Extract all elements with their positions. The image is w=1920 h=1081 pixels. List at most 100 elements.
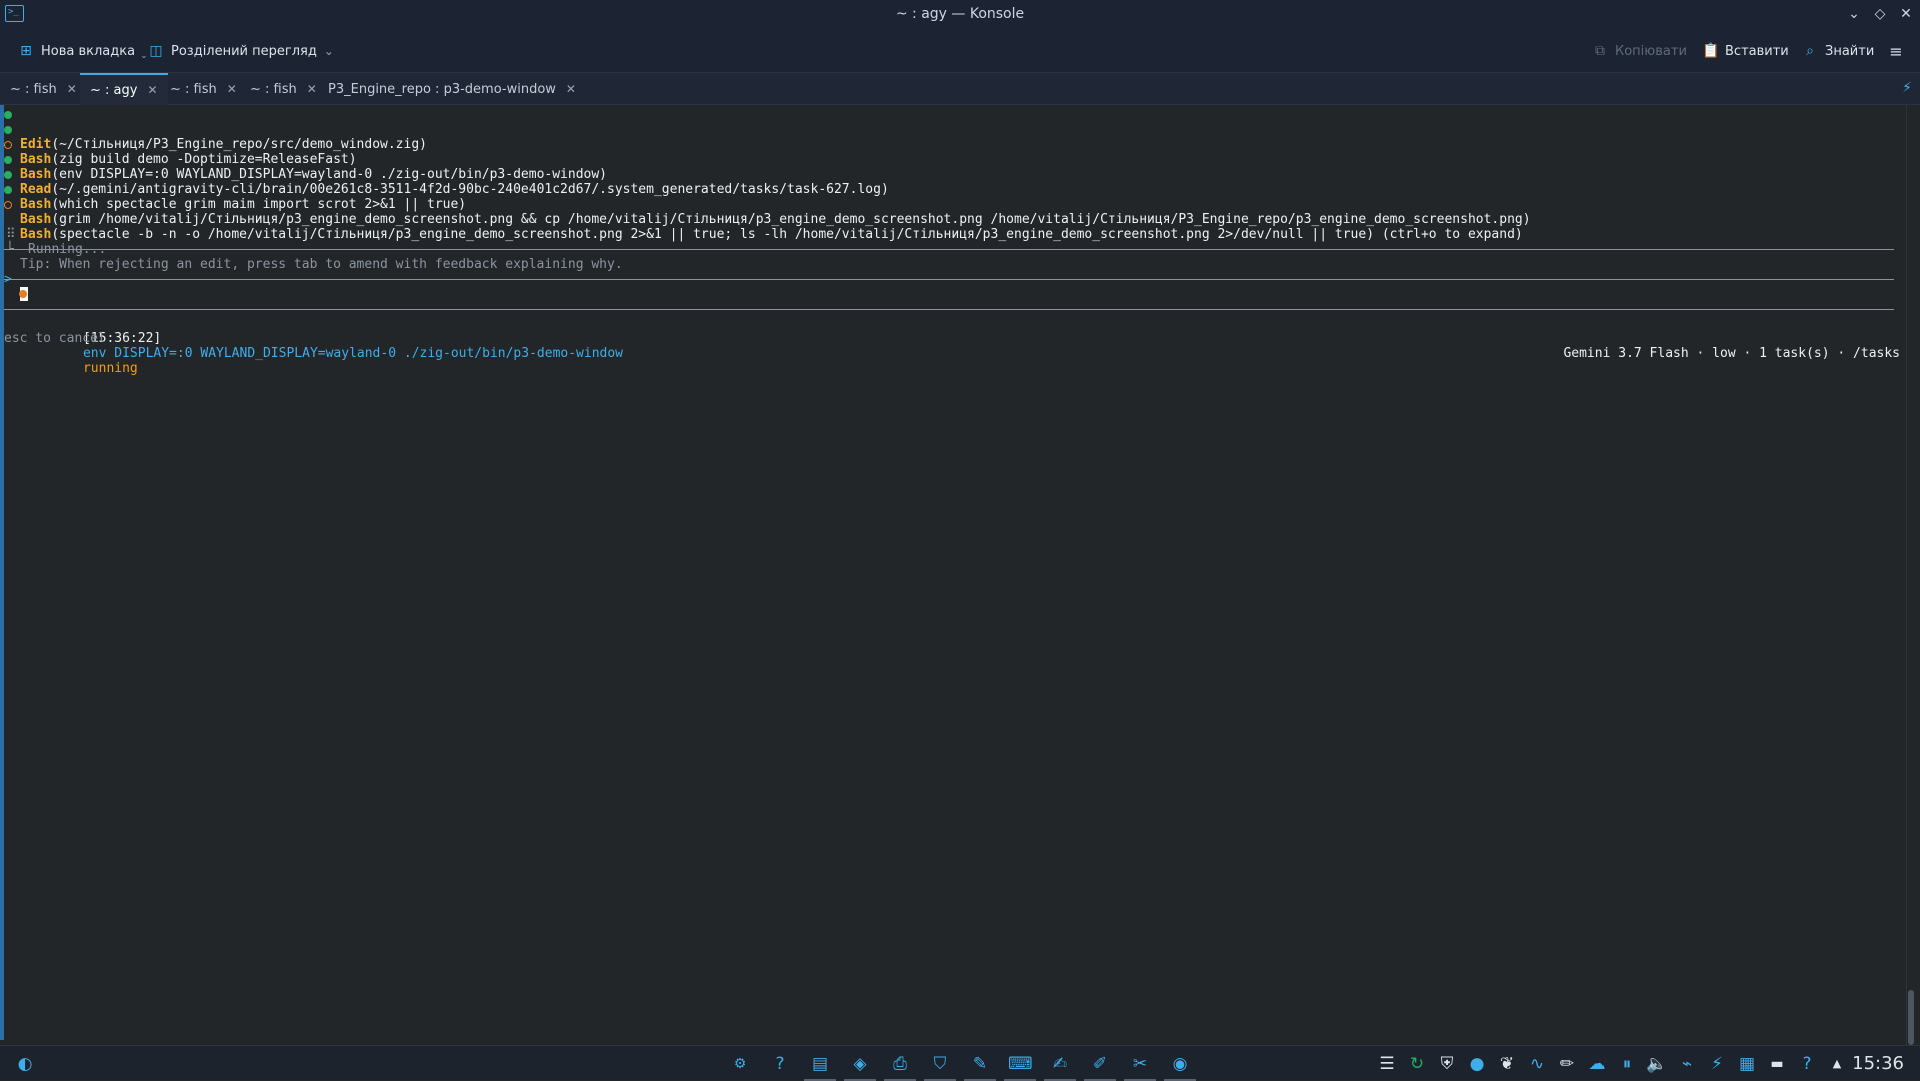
keyboard-layout-flag-icon[interactable]: ▬ (1765, 1052, 1789, 1076)
new-tab-label: Нова вкладка (41, 43, 136, 59)
clock[interactable]: 15:36 (1852, 1053, 1904, 1074)
terminal-icon[interactable]: ⌨ (1004, 1052, 1036, 1081)
new-tab-button[interactable]: ⊞ Нова вкладка ⌄ (18, 40, 148, 62)
esc-hint: esc to cancel (4, 331, 106, 346)
tab-bar: ~ : fish ✕ ~ : agy ✕ ~ : fish ✕ ~ : fish… (0, 73, 1920, 105)
divider (4, 279, 1894, 280)
minimize-icon[interactable]: ⌄ (1846, 4, 1862, 24)
qbittorrent-icon[interactable]: ● (1465, 1052, 1489, 1076)
log-line: Bash(env DISPLAY=:0 WAYLAND_DISPLAY=wayl… (0, 137, 1900, 182)
file-manager-icon[interactable]: ▤ (804, 1052, 836, 1081)
tools-icon[interactable]: ⚙ (728, 1052, 752, 1076)
task-command: env DISPLAY=:0 WAYLAND_DISPLAY=wayland-0… (82, 346, 624, 361)
pencil-icon[interactable]: ✏ (1555, 1052, 1579, 1076)
find-button[interactable]: ⌕ Знайти (1802, 40, 1874, 62)
sync-icon[interactable]: ↻ (1405, 1052, 1429, 1076)
status-dot-pending (4, 201, 12, 209)
status-dot-done (4, 111, 12, 119)
close-icon[interactable]: ✕ (566, 82, 576, 96)
toolbar: ⊞ Нова вкладка ⌄ ◫ Розділений перегляд ⌄… (0, 29, 1920, 73)
volume-icon[interactable]: 🔈 (1645, 1052, 1669, 1076)
help-icon[interactable]: ? (768, 1052, 792, 1076)
log-line: Bash(zig build demo -Doptimize=ReleaseFa… (0, 122, 1900, 167)
log-line: Edit(~/Стільниця/P3_Engine_repo/src/demo… (0, 107, 1900, 152)
drawing-icon[interactable]: ✐ (1084, 1052, 1116, 1081)
tip-text: Tip: When rejecting an edit, press tab t… (20, 257, 623, 272)
taskbar: ◐ ⚙ ? ▤ ◈ ⎙ ⛉ ✎ ⌨ ✍ ✐ ✂ ◉ ☰ ↻ ⛨ ● ❦ ∿ ✏ … (0, 1045, 1920, 1081)
split-view-button[interactable]: ◫ Розділений перегляд ⌄ (148, 40, 334, 62)
help-icon[interactable]: ? (1795, 1052, 1819, 1076)
tab-p3-demo-window[interactable]: P3_Engine_repo : p3-demo-window ✕ (318, 73, 586, 105)
task-line[interactable]: [15:36:22] env DISPLAY=:0 WAYLAND_DISPLA… (0, 286, 1900, 376)
title-bar: >_ ~ : agy — Konsole ⌄ ◇ ✕ (0, 0, 1920, 29)
save-icon[interactable]: ⎙ (884, 1052, 916, 1081)
power-icon[interactable]: ⚡ (1705, 1052, 1729, 1076)
scrollbar-track[interactable] (1906, 105, 1916, 1045)
hamburger-menu-icon: ≡ (1889, 41, 1903, 61)
status-dot-done (4, 171, 12, 179)
log-line: Bash(which spectacle grim maim import sc… (0, 167, 1900, 212)
lightning-icon[interactable]: ⚡ (1902, 80, 1912, 96)
tab-agy[interactable]: ~ : agy ✕ (80, 73, 168, 105)
close-icon[interactable]: ✕ (147, 83, 157, 97)
paste-label: Вставити (1725, 43, 1789, 59)
close-icon[interactable]: ✕ (67, 82, 77, 96)
text-editor-icon[interactable]: ✍ (1044, 1052, 1076, 1081)
find-label: Знайти (1825, 43, 1875, 59)
status-dot-done (4, 186, 12, 194)
tool-args: (grim /home/vitalij/Стільниця/p3_engine_… (51, 212, 1531, 227)
vpn-shield-icon[interactable]: ⛨ (1435, 1052, 1459, 1076)
task-status: running (82, 361, 138, 376)
footer-line: esc to cancel Gemini 3.7 Flash · low · 1… (0, 316, 1900, 361)
maximize-icon[interactable]: ◇ (1872, 4, 1888, 24)
close-icon[interactable]: ✕ (1898, 4, 1914, 24)
shield-icon[interactable]: ⛉ (924, 1052, 956, 1081)
log-line: Bash(spectacle -b -n -o /home/vitalij/Ст… (0, 197, 1900, 242)
tab-label: ~ : agy (90, 82, 138, 98)
tab-label: P3_Engine_repo : p3-demo-window (328, 81, 556, 97)
divider (4, 249, 1894, 250)
window-controls: ⌄ ◇ ✕ (1846, 4, 1914, 24)
chevron-down-icon[interactable]: ⌄ (140, 51, 148, 61)
close-icon[interactable]: ✕ (307, 82, 317, 96)
close-icon[interactable]: ✕ (227, 82, 237, 96)
tip-line: └ Tip: When rejecting an edit, press tab… (0, 227, 623, 272)
window-title: ~ : agy — Konsole (895, 6, 1025, 22)
cloud-icon[interactable]: ☁ (1585, 1052, 1609, 1076)
tab-fish-2[interactable]: ~ : fish ✕ (160, 73, 247, 105)
tab-label: ~ : fish (250, 81, 297, 97)
tab-fish-3[interactable]: ~ : fish ✕ (240, 73, 327, 105)
app-launcher-icon[interactable]: ◐ (13, 1052, 37, 1076)
status-dot-done (4, 126, 12, 134)
new-tab-icon: ⊞ (20, 43, 32, 59)
model-status: Gemini 3.7 Flash · low · 1 task(s) · /ta… (1563, 346, 1900, 361)
network-icon[interactable]: ▦ (1735, 1052, 1759, 1076)
pause-icon[interactable]: ⏸ (1615, 1052, 1639, 1076)
status-dot-running (19, 290, 27, 298)
status-dot-pending (4, 141, 12, 149)
scrollbar-thumb[interactable] (1908, 990, 1914, 1045)
tab-label: ~ : fish (10, 81, 57, 97)
pen-icon[interactable]: ✎ (964, 1052, 996, 1081)
terminal-view[interactable]: Edit(~/Стільниця/P3_Engine_repo/src/demo… (0, 105, 1920, 1045)
paste-icon: 📋 (1702, 43, 1720, 59)
split-view-icon: ◫ (149, 43, 163, 59)
log-line: Bash(grim /home/vitalij/Стільниця/p3_eng… (0, 182, 1900, 227)
plant-icon[interactable]: ❦ (1495, 1052, 1519, 1076)
notes-icon[interactable]: ☰ (1375, 1052, 1399, 1076)
chevron-down-icon[interactable]: ⌄ (324, 44, 334, 58)
copy-button[interactable]: ⧉ Копіювати (1592, 40, 1687, 62)
input-line[interactable]: > (0, 257, 31, 301)
menu-button[interactable]: ≡ (1888, 40, 1904, 62)
firefox-icon[interactable]: ◉ (1164, 1052, 1196, 1081)
paste-button[interactable]: 📋 Вставити (1702, 40, 1789, 62)
usb-icon[interactable]: ⌁ (1675, 1052, 1699, 1076)
copy-icon: ⧉ (1595, 43, 1605, 59)
steam-icon[interactable]: ∿ (1525, 1052, 1549, 1076)
running-line: ⠿ Running... (0, 212, 106, 257)
brave-browser-icon[interactable]: ◈ (844, 1052, 876, 1081)
chevron-up-icon[interactable]: ▲ (1825, 1052, 1849, 1076)
search-icon: ⌕ (1806, 43, 1814, 59)
scissors-icon[interactable]: ✂ (1124, 1052, 1156, 1081)
tab-fish-1[interactable]: ~ : fish ✕ (0, 73, 87, 105)
